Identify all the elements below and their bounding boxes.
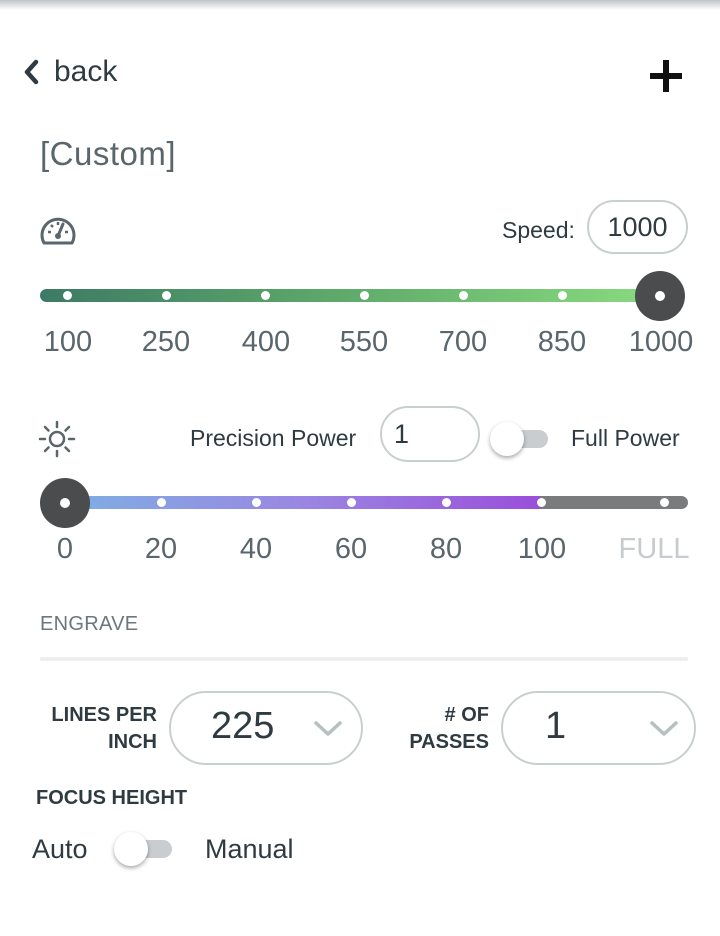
full-power-label: Full Power (571, 425, 680, 451)
slider-tick-label: 550 (339, 326, 389, 358)
slider-tick-dot (359, 291, 369, 300)
back-button[interactable]: back (22, 52, 117, 92)
plus-icon[interactable] (648, 58, 684, 94)
slider-tick-label: 20 (144, 533, 178, 565)
slider-tick-label: 80 (429, 533, 463, 565)
precision-power-label: Precision Power (190, 425, 357, 451)
speed-label: Speed: (502, 217, 575, 243)
lines-per-inch-label: LINES PER INCH (40, 702, 157, 756)
slider-tick-label: 400 (241, 326, 291, 358)
power-input[interactable] (380, 406, 480, 462)
passes-label-line2: PASSES (409, 731, 489, 753)
slider-tick-dot (346, 498, 356, 507)
passes-label-line1: # OF (444, 704, 489, 726)
slider-tick-label: 40 (239, 533, 273, 565)
passes-select[interactable]: 1 (501, 691, 696, 765)
speed-slider-thumb[interactable] (635, 271, 685, 321)
toggle-knob (490, 422, 524, 456)
full-power-toggle[interactable] (490, 422, 554, 456)
chevron-down-icon (650, 721, 678, 736)
passes-label: # OF PASSES (400, 702, 489, 756)
slider-tick-label: 850 (537, 326, 587, 358)
toggle-knob (114, 832, 148, 866)
slider-tick-label: 250 (141, 326, 191, 358)
slider-tick-label: 60 (334, 533, 368, 565)
chevron-left-icon (24, 59, 39, 85)
speed-input[interactable] (587, 200, 688, 254)
power-slider-thumb[interactable] (40, 478, 90, 528)
engrave-section-label: ENGRAVE (40, 613, 139, 635)
slider-tick-label: 1000 (628, 326, 694, 358)
slider-tick-dot (458, 291, 468, 300)
lpi-label-line2: INCH (108, 731, 157, 753)
preset-title: [Custom] (40, 135, 177, 172)
power-slider-track[interactable] (40, 496, 688, 509)
slider-tick-dot (659, 498, 669, 507)
slider-tick-dot (260, 291, 270, 300)
slider-tick-label: 0 (56, 533, 74, 565)
slider-tick-dot (161, 291, 171, 300)
passes-value: 1 (545, 705, 567, 747)
slider-tick-dot (557, 291, 567, 300)
lpi-value: 225 (211, 705, 275, 747)
lpi-label-line1: LINES PER (51, 704, 157, 726)
slider-tick-label: 100 (517, 533, 567, 565)
lines-per-inch-select[interactable]: 225 (169, 691, 363, 765)
slider-tick-dot (536, 498, 546, 507)
slider-tick-dot (156, 498, 166, 507)
slider-tick-dot (251, 498, 261, 507)
speedometer-icon (40, 217, 76, 245)
auto-label: Auto (32, 834, 88, 864)
divider (40, 657, 688, 661)
slider-tick-label: FULL (618, 533, 690, 565)
slider-tick-dot (62, 291, 72, 300)
chevron-down-icon (314, 721, 342, 736)
slider-tick-label: 700 (438, 326, 488, 358)
slider-tick-label: 100 (43, 326, 93, 358)
speed-slider-track[interactable] (40, 289, 684, 302)
back-label: back (54, 55, 118, 88)
sun-icon (38, 420, 76, 458)
manual-label: Manual (205, 834, 294, 864)
slider-tick-dot (441, 498, 451, 507)
focus-height-toggle[interactable] (114, 832, 180, 866)
top-shadow (0, 0, 720, 10)
focus-height-label: FOCUS HEIGHT (36, 787, 188, 809)
